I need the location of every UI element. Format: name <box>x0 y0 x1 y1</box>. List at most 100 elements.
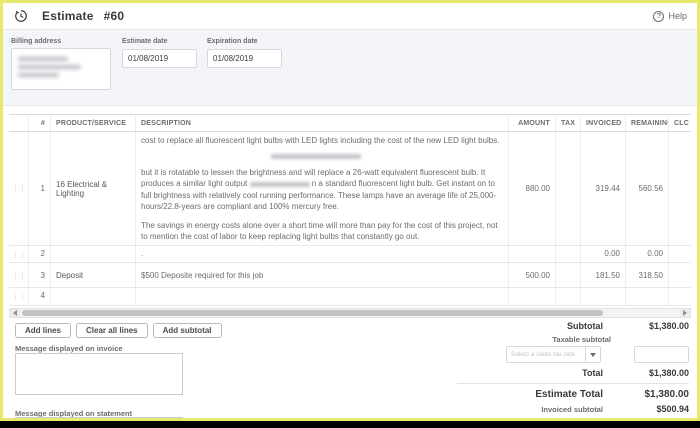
sales-tax-rate-select[interactable]: Select a sales tax rate <box>506 346 601 363</box>
product-service-cell[interactable]: Deposit <box>51 263 136 287</box>
row-number: 4 <box>29 288 51 305</box>
estimate-date-label: Estimate date <box>122 38 197 45</box>
subtotal-row: Subtotal $1,380.00 <box>427 321 689 331</box>
invoiced-subtotal-label: Invoiced subtotal <box>427 405 617 414</box>
remaining-subtotal-label: Remaining subtotal <box>427 419 617 421</box>
tax-cell[interactable] <box>556 246 581 262</box>
redacted-text <box>250 182 310 187</box>
tax-rate-row: Select a sales tax rate <box>427 346 689 363</box>
page-title-label: Estimate <box>42 9 94 23</box>
estimate-number: #60 <box>104 9 125 23</box>
description-paragraph: cost to replace all fluorescent light bu… <box>141 135 503 146</box>
drag-handle-icon[interactable]: ⋮⋮ <box>9 246 29 262</box>
bottom-section: Add lines Clear all lines Add subtotal M… <box>3 321 697 421</box>
clc-cell <box>669 288 691 305</box>
description-paragraph: but it is rotatable to lessen the bright… <box>141 167 503 212</box>
invoiced-subtotal-row: Invoiced subtotal $500.94 <box>427 404 689 414</box>
col-header-number: # <box>29 115 51 131</box>
top-header-bar: Estimate #60 ? Help <box>3 3 697 29</box>
total-row: Total $1,380.00 <box>427 368 689 378</box>
redacted-text <box>271 154 361 159</box>
scroll-right-arrow-icon[interactable] <box>680 309 690 317</box>
estimate-date-field: Estimate date <box>122 38 197 68</box>
redacted-address-line <box>18 73 59 77</box>
totals-divider <box>457 383 689 384</box>
scrollbar-track[interactable] <box>20 309 680 317</box>
history-icon[interactable] <box>13 9 28 24</box>
invoiced-subtotal-value: $500.94 <box>617 404 689 414</box>
expiration-date-input[interactable] <box>207 49 282 68</box>
add-subtotal-button[interactable]: Add subtotal <box>153 323 222 338</box>
invoiced-cell: 181.50 <box>581 263 626 287</box>
taxable-subtotal-input[interactable] <box>634 346 689 363</box>
row-number: 2 <box>29 246 51 262</box>
screenshot-root: Estimate #60 ? Help Billing address Estim… <box>0 0 700 428</box>
col-header-amount: AMOUNT <box>509 115 556 131</box>
horizontal-scrollbar[interactable] <box>9 308 691 318</box>
scroll-left-arrow-icon[interactable] <box>10 309 20 317</box>
table-row: ⋮⋮ 1 16 Electrical & Lighting cost to re… <box>9 132 691 246</box>
drag-handle-icon[interactable]: ⋮⋮ <box>9 263 29 287</box>
add-lines-button[interactable]: Add lines <box>15 323 71 338</box>
statement-message-textarea[interactable] <box>15 417 183 421</box>
help-button[interactable]: ? Help <box>653 11 687 22</box>
tax-cell[interactable] <box>556 263 581 287</box>
remaining-subtotal-row: Remaining subtotal $879.06 <box>427 418 689 421</box>
description-paragraph: The savings in energy costs alone over a… <box>141 220 503 242</box>
product-service-cell[interactable] <box>51 288 136 305</box>
col-header-tax: TAX <box>556 115 581 131</box>
clc-cell <box>669 263 691 287</box>
col-header-product-service: PRODUCT/SERVICE <box>51 115 136 131</box>
drag-handle-icon[interactable]: ⋮⋮ <box>9 288 29 305</box>
col-header-remaining: REMAINING <box>626 115 669 131</box>
invoiced-cell: 319.44 <box>581 132 626 245</box>
totals-panel: Subtotal $1,380.00 Taxable subtotal Sele… <box>427 321 689 421</box>
drag-handle-icon[interactable]: ⋮⋮ <box>9 132 29 245</box>
product-service-cell[interactable] <box>51 246 136 262</box>
estimate-window: Estimate #60 ? Help Billing address Estim… <box>0 0 700 421</box>
row-number: 3 <box>29 263 51 287</box>
redacted-address-line <box>18 57 68 61</box>
col-header-clc: CLC <box>669 115 691 131</box>
clear-all-lines-button[interactable]: Clear all lines <box>76 323 148 338</box>
expiration-date-label: Expiration date <box>207 38 282 45</box>
amount-cell[interactable]: 500.00 <box>509 263 556 287</box>
estimate-date-input[interactable] <box>122 49 197 68</box>
billing-address-field: Billing address <box>11 38 111 90</box>
table-row: ⋮⋮ 4 <box>9 288 691 306</box>
invoice-message-label: Message displayed on invoice <box>15 344 123 353</box>
amount-cell[interactable]: 880.00 <box>509 132 556 245</box>
description-cell[interactable] <box>136 288 509 305</box>
billing-address-label: Billing address <box>11 38 111 45</box>
col-header-description: DESCRIPTION <box>136 115 509 131</box>
estimate-total-row: Estimate Total $1,380.00 <box>427 389 689 400</box>
description-cell[interactable]: . <box>136 246 509 262</box>
invoiced-cell <box>581 288 626 305</box>
amount-cell[interactable] <box>509 288 556 305</box>
table-row: ⋮⋮ 2 . 0.00 0.00 <box>9 246 691 263</box>
product-service-cell[interactable]: 16 Electrical & Lighting <box>51 132 136 245</box>
col-header-invoiced: INVOICED <box>581 115 626 131</box>
row-number: 1 <box>29 132 51 245</box>
description-cell[interactable]: $500 Deposite required for this job <box>136 263 509 287</box>
table-row: ⋮⋮ 3 Deposit $500 Deposite required for … <box>9 263 691 288</box>
clc-cell <box>669 132 691 245</box>
invoice-message-textarea[interactable] <box>15 353 183 395</box>
amount-cell[interactable] <box>509 246 556 262</box>
remaining-cell: 560.56 <box>626 132 669 245</box>
total-value: $1,380.00 <box>617 368 689 378</box>
scrollbar-thumb[interactable] <box>22 310 603 316</box>
tax-cell[interactable] <box>556 288 581 305</box>
tax-cell[interactable] <box>556 132 581 245</box>
estimate-form-panel: Billing address Estimate date Expiration… <box>3 29 697 106</box>
estimate-total-label: Estimate Total <box>427 389 617 400</box>
billing-address-box[interactable] <box>11 48 111 90</box>
table-header-row: # PRODUCT/SERVICE DESCRIPTION AMOUNT TAX… <box>9 115 691 132</box>
redacted-address-line <box>18 65 81 69</box>
line-items-table: # PRODUCT/SERVICE DESCRIPTION AMOUNT TAX… <box>9 114 691 306</box>
description-cell[interactable]: cost to replace all fluorescent light bu… <box>136 132 509 245</box>
estimate-total-value: $1,380.00 <box>617 389 689 400</box>
chevron-down-icon[interactable] <box>586 346 601 363</box>
sales-tax-rate-placeholder[interactable]: Select a sales tax rate <box>506 346 586 363</box>
taxable-subtotal-label: Taxable subtotal <box>427 335 689 344</box>
